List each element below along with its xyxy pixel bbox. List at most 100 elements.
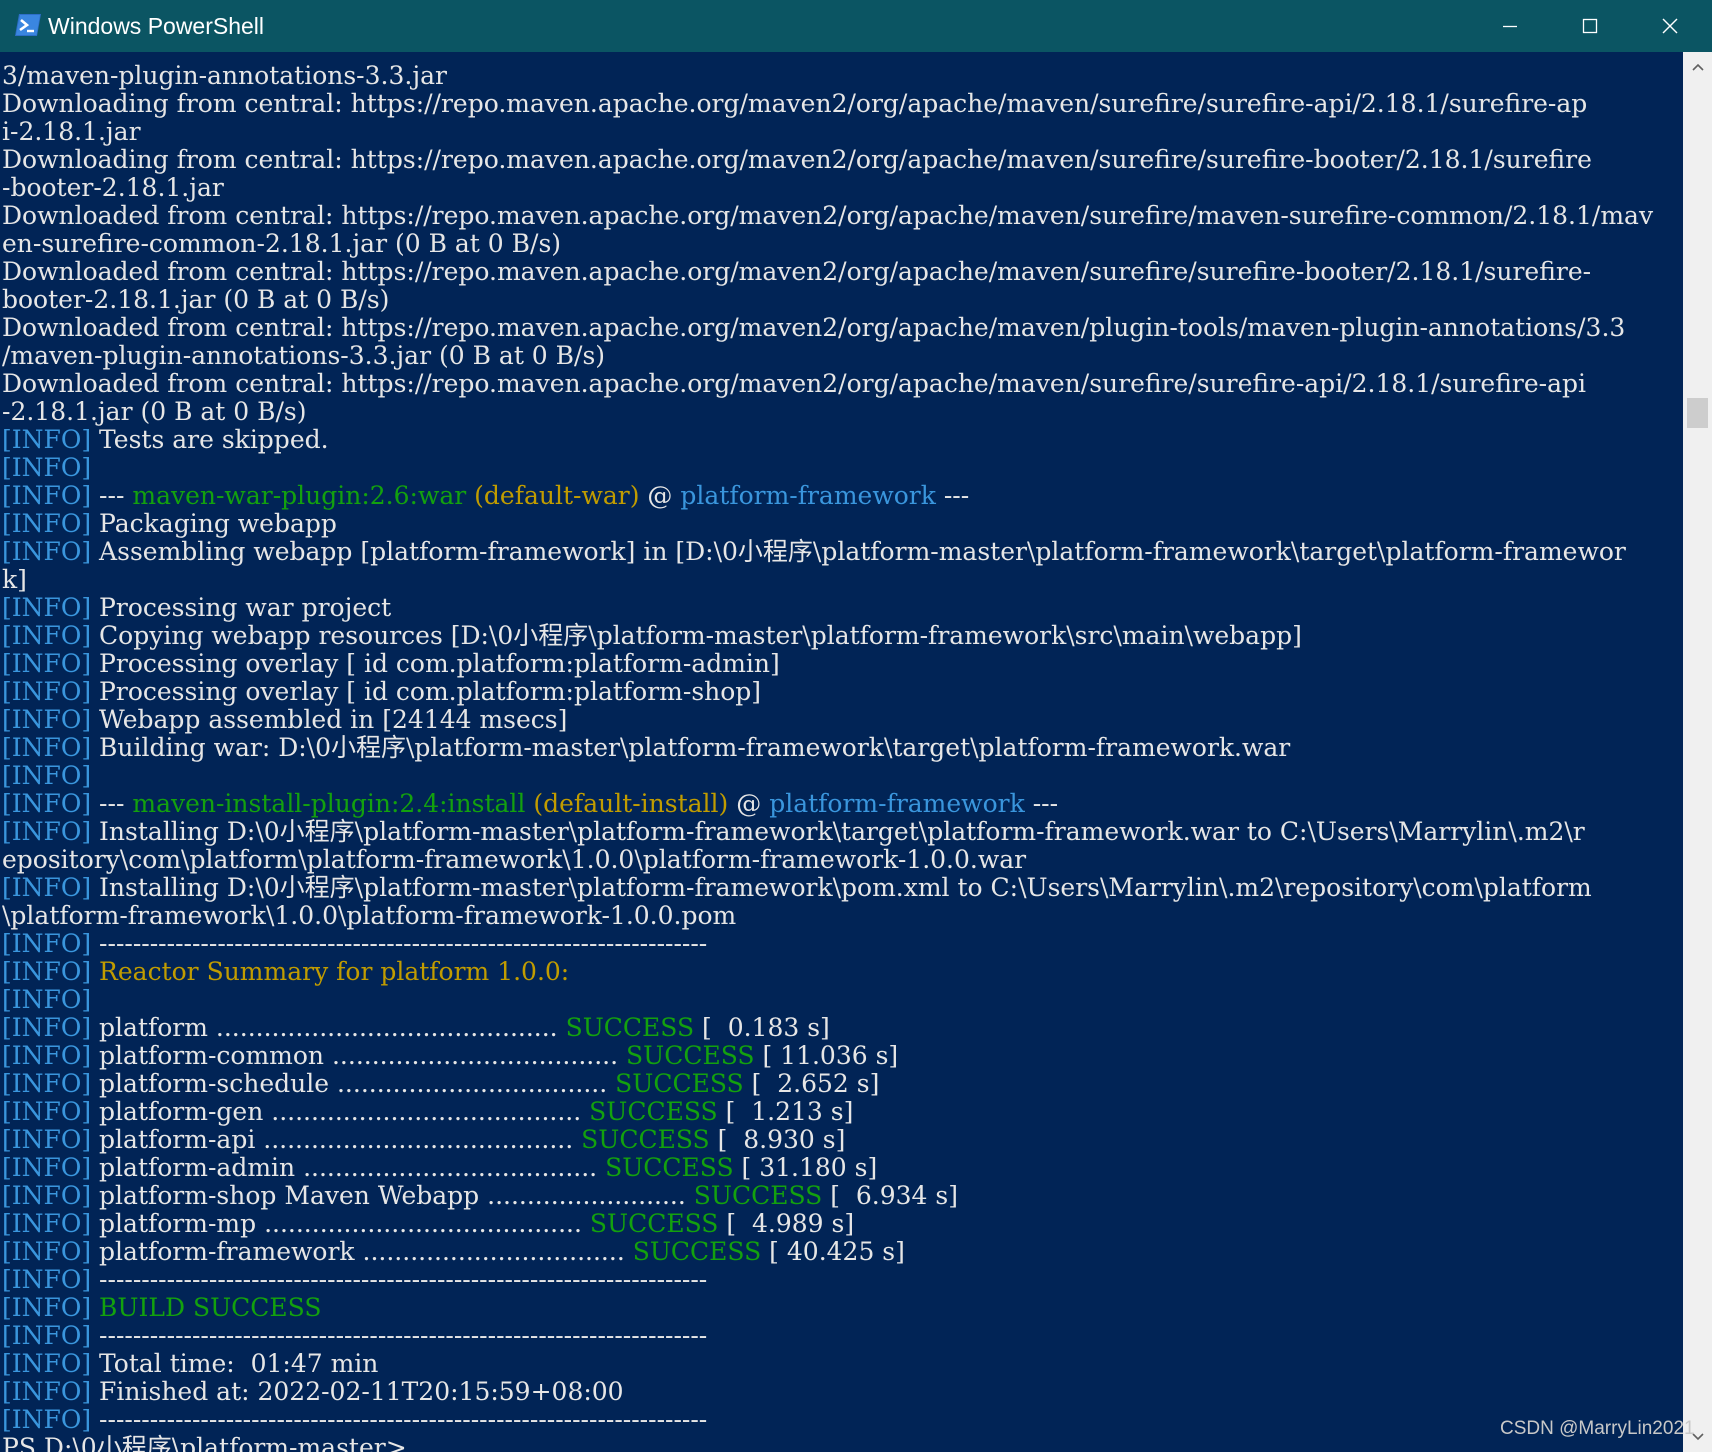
line-text: Downloading from central: https://repo.m… xyxy=(2,145,1592,174)
console-line: [INFO] ---------------------------------… xyxy=(2,1322,707,1350)
console-line: k] xyxy=(2,566,27,594)
module-time: [ 31.180 s] xyxy=(733,1153,878,1182)
module-status: SUCCESS xyxy=(605,1153,734,1182)
info-tag: [INFO] xyxy=(2,1321,92,1350)
title-bar[interactable]: Windows PowerShell xyxy=(0,0,1712,52)
info-tag: [INFO] xyxy=(2,761,92,790)
console-line: \platform-framework\1.0.0\platform-frame… xyxy=(2,902,736,930)
line-text: Webapp assembled in [24144 msecs] xyxy=(91,705,568,734)
console-output[interactable]: 3/maven-plugin-annotations-3.3.jar Downlo… xyxy=(0,52,1683,1452)
console-line: epository\com\platform\platform-framewor… xyxy=(2,846,1026,874)
console-line: [INFO] Finished at: 2022-02-11T20:15:59+… xyxy=(2,1378,624,1406)
line-text: Total time: 01:47 min xyxy=(91,1349,379,1378)
project-name: platform-framework xyxy=(680,481,936,510)
line-tail: --- xyxy=(1024,789,1059,818)
line-text: platform-gen ...........................… xyxy=(91,1097,590,1126)
module-time: [ 40.425 s] xyxy=(761,1237,905,1266)
line-text: platform-mp ............................… xyxy=(91,1209,590,1238)
line-text: Copying webapp resources [D:\0小程序\platfo… xyxy=(91,621,1302,650)
info-tag: [INFO] xyxy=(2,1097,92,1126)
console-line: en-surefire-common-2.18.1.jar (0 B at 0 … xyxy=(2,230,561,258)
minimize-icon xyxy=(1503,25,1517,28)
line-text: Packaging webapp xyxy=(91,509,337,538)
console-line: [INFO] Reactor Summary for platform 1.0.… xyxy=(2,958,569,986)
module-status: SUCCESS xyxy=(632,1237,762,1266)
module-status: SUCCESS xyxy=(565,1013,695,1042)
line-text: en-surefire-common-2.18.1.jar (0 B at 0 … xyxy=(2,229,562,258)
maximize-button[interactable] xyxy=(1550,0,1630,52)
console-line: [INFO] Tests are skipped. xyxy=(2,426,329,454)
scrollbar-thumb[interactable] xyxy=(1687,398,1708,428)
powershell-icon xyxy=(14,13,42,37)
module-time: [ 6.934 s] xyxy=(822,1181,958,1210)
watermark: CSDN @MarryLin2021 xyxy=(1500,1418,1695,1439)
line-text: platform-framework .....................… xyxy=(91,1237,633,1266)
console-line: [INFO] Total time: 01:47 min xyxy=(2,1350,378,1378)
line-text: 3/maven-plugin-annotations-3.3.jar xyxy=(2,61,447,90)
at-sign: @ xyxy=(728,789,770,818)
line-text: -booter-2.18.1.jar xyxy=(2,173,224,202)
execution-id: (default-war) xyxy=(466,481,640,510)
line-text: Installing D:\0小程序\platform-master\platf… xyxy=(91,873,1592,902)
plugin-name: maven-install-plugin:2.4:install xyxy=(132,789,526,818)
console-line: [INFO] Installing D:\0小程序\platform-maste… xyxy=(2,874,1592,902)
info-tag: [INFO] xyxy=(2,593,92,622)
module-status: SUCCESS xyxy=(626,1041,755,1070)
console-line: [INFO] platform-gen ....................… xyxy=(2,1098,853,1126)
line-text: Downloaded from central: https://repo.ma… xyxy=(2,201,1654,230)
console-line: [INFO] platform-common .................… xyxy=(2,1042,898,1070)
vertical-scrollbar[interactable] xyxy=(1683,52,1712,1452)
info-tag: [INFO] xyxy=(2,1153,92,1182)
module-status: SUCCESS xyxy=(693,1181,823,1210)
line-text: Downloaded from central: https://repo.ma… xyxy=(2,369,1586,398)
module-time: [ 2.652 s] xyxy=(743,1069,880,1098)
console-line: Downloading from central: https://repo.m… xyxy=(2,90,1587,118)
line-text: ----------------------------------------… xyxy=(91,1405,708,1434)
line-text: Finished at: 2022-02-11T20:15:59+08:00 xyxy=(91,1377,624,1406)
console-line: [INFO] Processing overlay [ id com.platf… xyxy=(2,678,761,706)
scroll-up-button[interactable] xyxy=(1683,52,1712,82)
info-tag: [INFO] xyxy=(2,677,92,706)
console-line: 3/maven-plugin-annotations-3.3.jar xyxy=(2,62,447,90)
close-button[interactable] xyxy=(1630,0,1710,52)
close-icon xyxy=(1662,18,1678,34)
minimize-button[interactable] xyxy=(1470,0,1550,52)
console-line: [INFO] Copying webapp resources [D:\0小程序… xyxy=(2,622,1302,650)
module-status: SUCCESS xyxy=(589,1097,718,1126)
info-tag: [INFO] xyxy=(2,1349,92,1378)
info-tag: [INFO] xyxy=(2,873,92,902)
at-sign: @ xyxy=(639,481,681,510)
line-text: Tests are skipped. xyxy=(91,425,329,454)
line-text: Downloaded from central: https://repo.ma… xyxy=(2,257,1592,286)
module-time: [ 4.989 s] xyxy=(718,1209,855,1238)
module-time: [ 0.183 s] xyxy=(694,1013,830,1042)
console-line: [INFO] xyxy=(2,986,91,1014)
line-text: epository\com\platform\platform-framewor… xyxy=(2,845,1027,874)
project-name: platform-framework xyxy=(769,789,1025,818)
info-tag: [INFO] xyxy=(2,537,92,566)
console-line: [INFO] --- maven-install-plugin:2.4:inst… xyxy=(2,790,1058,818)
info-tag: [INFO] xyxy=(2,649,92,678)
console-line: [INFO] Webapp assembled in [24144 msecs] xyxy=(2,706,567,734)
console-line: [INFO] Installing D:\0小程序\platform-maste… xyxy=(2,818,1585,846)
console-line: [INFO] ---------------------------------… xyxy=(2,1406,707,1434)
line-text: i-2.18.1.jar xyxy=(2,117,141,146)
build-status: BUILD SUCCESS xyxy=(91,1293,322,1322)
info-tag: [INFO] xyxy=(2,1293,92,1322)
line-text: k] xyxy=(2,565,27,594)
module-status: SUCCESS xyxy=(589,1209,719,1238)
line-text: ----------------------------------------… xyxy=(91,1265,708,1294)
reactor-summary-heading: Reactor Summary for platform 1.0.0: xyxy=(91,957,570,986)
console-line: -booter-2.18.1.jar xyxy=(2,174,224,202)
info-tag: [INFO] xyxy=(2,705,92,734)
line-text: platform ...............................… xyxy=(91,1013,566,1042)
info-tag: [INFO] xyxy=(2,957,92,986)
console-line: [INFO] xyxy=(2,454,91,482)
info-tag: [INFO] xyxy=(2,1041,92,1070)
line-text: PS D:\0小程序\platform-master> xyxy=(2,1433,407,1452)
line-text: /maven-plugin-annotations-3.3.jar (0 B a… xyxy=(2,341,606,370)
console-line: [INFO] BUILD SUCCESS xyxy=(2,1294,321,1322)
info-tag: [INFO] xyxy=(2,733,92,762)
line-text: -2.18.1.jar (0 B at 0 B/s) xyxy=(2,397,307,426)
powershell-window: Windows PowerShell 3/maven-plugin-annota… xyxy=(0,0,1712,1452)
